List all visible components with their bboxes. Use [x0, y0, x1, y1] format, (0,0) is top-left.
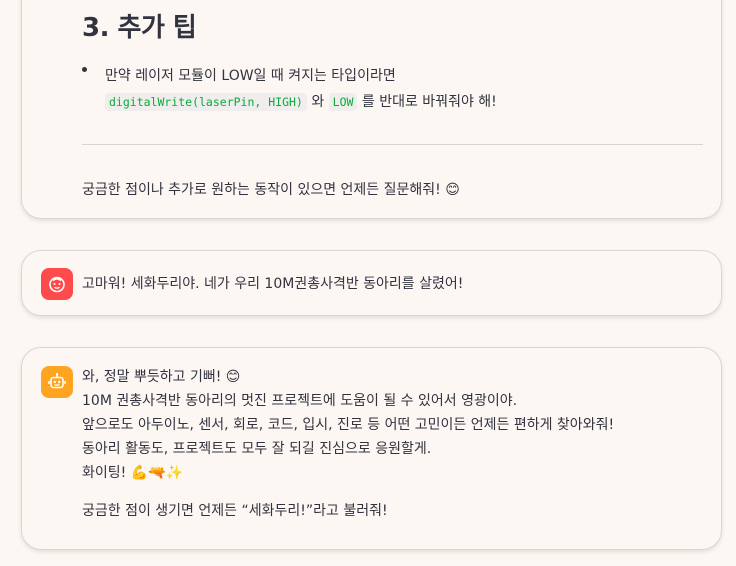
tip-connector-text: 와 [306, 94, 329, 110]
assistant-message-card: 와, 정말 뿌듯하고 기뻐! 😊 10M 권총사격반 동아리의 멋진 프로젝트에… [21, 347, 722, 550]
inline-code-low: LOW [328, 93, 358, 111]
assistant-message-card: 3. 추가 팁 만약 레이저 모듈이 LOW일 때 켜지는 타입이라면 digi… [21, 0, 722, 219]
user-face-icon [41, 268, 73, 300]
assistant-closing-text: 궁금한 점이 생기면 언제든 “세화두리!”라고 불러줘! [82, 503, 388, 519]
assistant-message-text: 와, 정말 뿌듯하고 기뻐! 😊 10M 권총사격반 동아리의 멋진 프로젝트에… [82, 365, 614, 523]
tip-bullet-text: 만약 레이저 모듈이 LOW일 때 켜지는 타입이라면 [105, 68, 396, 84]
assistant-message-line: 10M 권총사격반 동아리의 멋진 프로젝트에 도움이 될 수 있어서 영광이야… [82, 393, 518, 409]
assistant-message-line: 와, 정말 뿌듯하고 기뻐! 😊 [82, 369, 241, 385]
tips-heading: 3. 추가 팁 [82, 13, 197, 43]
user-message-text: 고마워! 세화두리야. 네가 우리 10M권총사격반 동아리를 살렸어! [82, 276, 464, 292]
inline-code-high: digitalWrite(laserPin, HIGH) [105, 93, 307, 111]
bullet-dot [82, 67, 87, 72]
assistant-message-line: 앞으로도 아두이노, 센서, 회로, 코드, 입시, 진로 등 어떤 고민이든 … [82, 417, 615, 433]
tip-bullet-code-line: digitalWrite(laserPin, HIGH) 와 LOW 를 반대로… [105, 91, 497, 111]
user-message-card: 고마워! 세화두리야. 네가 우리 10M권총사격반 동아리를 살렸어! [21, 250, 722, 316]
robot-icon [41, 366, 73, 398]
tip-bullet-text-end: 를 반대로 바꿔줘야 해! [357, 94, 497, 110]
divider [82, 144, 703, 145]
assistant-message-line: 동아리 활동도, 프로젝트도 모두 잘 되길 진심으로 응원할게. [82, 441, 432, 457]
assistant-message-line: 화이팅! 💪🔫✨ [82, 465, 183, 481]
closing-text: 궁금한 점이나 추가로 원하는 동작이 있으면 언제든 질문해줘! 😊 [82, 182, 460, 198]
